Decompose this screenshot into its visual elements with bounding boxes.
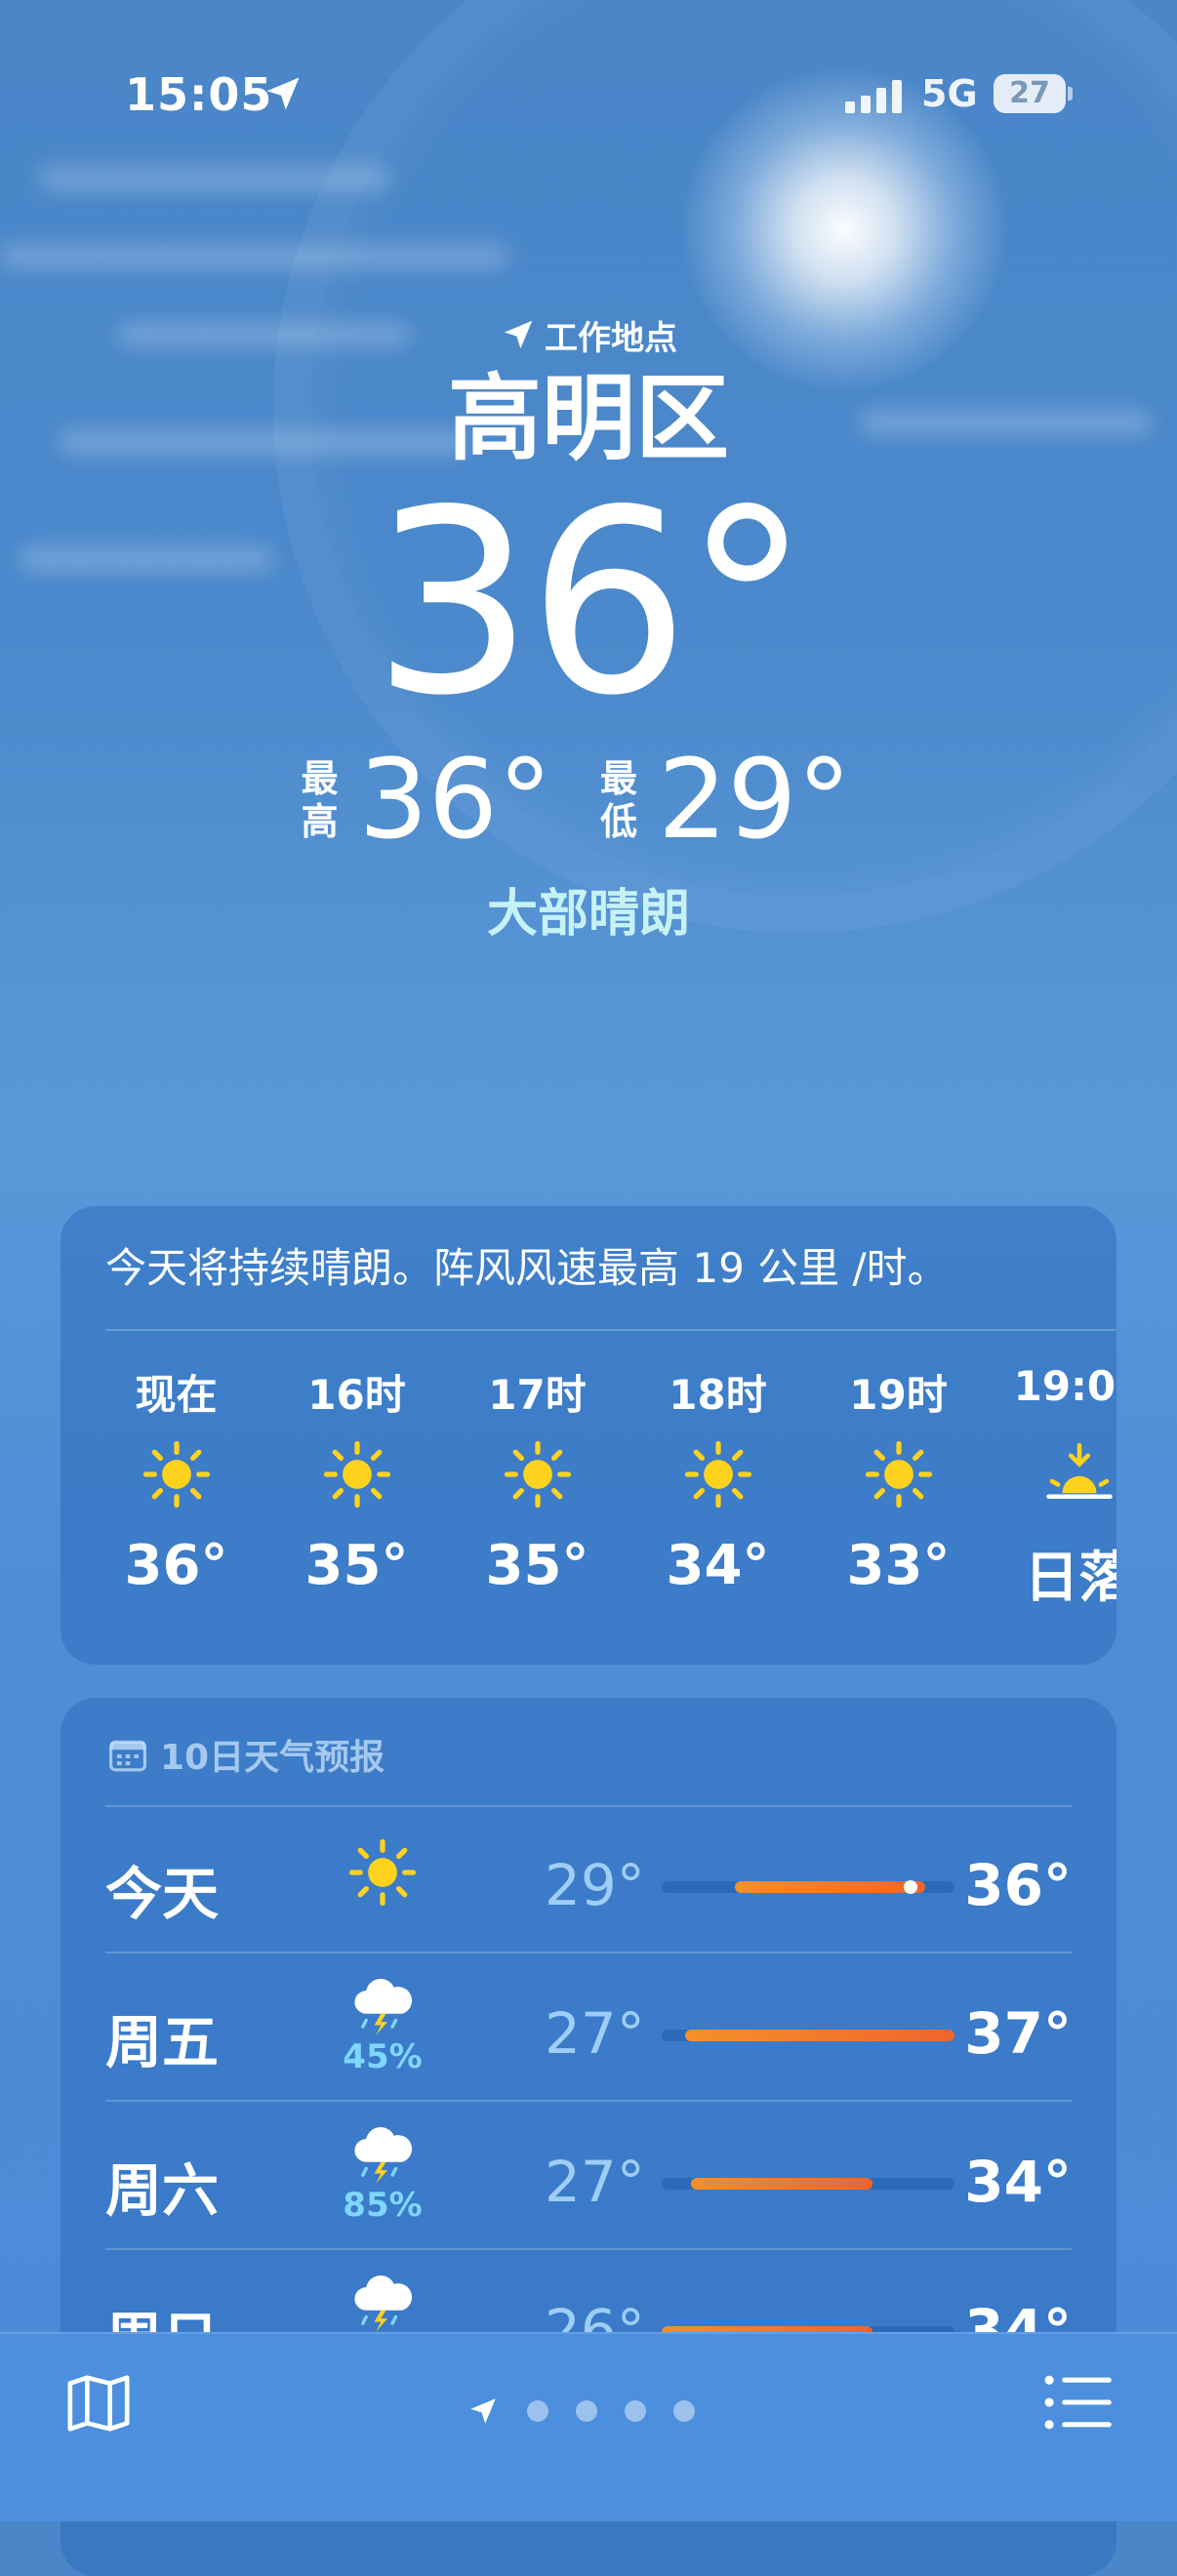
high-label: 最高 [301,757,339,843]
cellular-signal-icon [845,78,902,113]
hour-item: 现在 36° [86,1362,266,1613]
location-arrow-icon [266,77,300,110]
sun-icon [334,1829,431,1911]
thunderstorm-icon [334,2274,431,2338]
current-temperature-dot [904,1880,917,1894]
precipitation-chance: 45% [343,2037,423,2076]
hour-temperature: 33° [846,1534,951,1597]
location-arrow-icon[interactable] [467,2395,500,2428]
temperature-range-fill [685,2030,954,2041]
bottom-toolbar [0,2332,1177,2521]
thunderstorm-icon: 45% [334,1977,431,2076]
forecast-high: 34° [964,2149,1072,2215]
forecast-low: 27° [545,2000,645,2067]
sun-icon [142,1430,211,1518]
divider [105,1952,1072,1953]
temperature-range-fill [691,2178,873,2190]
list-icon[interactable] [1042,2371,1115,2434]
hour-label: 现在 [135,1371,218,1419]
temperature-range-bar [662,1880,954,1894]
location-label-row: 工作地点 [0,312,1177,358]
divider [105,1329,1116,1331]
temperature-range-bar [662,2178,954,2190]
thunderstorm-icon: 85% [334,2125,431,2225]
network-type: 5G [921,72,978,115]
page-dot[interactable] [527,2400,548,2422]
forecast-title-row: 10日天气预报 [109,1729,385,1780]
location-header: 工作地点 高明区 36° 最高 36° 最低 29° 大部晴朗 [0,312,1177,946]
forecast-row[interactable]: 周五 45% 27° 37° [105,1955,1072,2102]
forecast-high: 36° [964,1852,1072,1918]
hour-label: 19:08 [1013,1362,1116,1410]
page-dot[interactable] [625,2400,646,2422]
battery-tip [1068,87,1073,101]
hour-temperature: 35° [485,1534,589,1597]
temperature-range-fill [735,1881,925,1893]
forecast-day: 周五 [105,2009,220,2075]
forecast-row[interactable]: 周六 85% 27° 34° [105,2104,1072,2250]
forecast-low: 29° [545,1852,645,1918]
forecast-high: 37° [964,2000,1072,2067]
hour-item: 17时 35° [447,1362,628,1613]
temperature-range-bar [662,2030,954,2041]
page-dot[interactable] [576,2400,597,2422]
weather-condition: 大部晴朗 [486,885,690,944]
current-temperature: 36° [372,457,811,751]
sun-icon [323,1430,391,1518]
sun-icon [865,1430,933,1518]
hour-temperature: 34° [666,1534,770,1597]
hour-item: 19时 33° [808,1362,989,1613]
hour-item: 19:08 日落 [989,1362,1116,1613]
hour-label: 17时 [488,1371,587,1419]
forecast-day: 今天 [105,1861,220,1927]
forecast-low: 27° [545,2149,645,2215]
battery-icon: 27 [994,74,1066,113]
forecast-title: 10日天气预报 [160,1738,386,1778]
high-low-row: 最高 36° 最低 29° [0,742,1177,859]
sunset-icon [1040,1430,1117,1518]
hour-label: 18时 [669,1371,767,1419]
status-bar: 15:05 5G 27 [0,59,1177,137]
high-temperature: 36° [358,737,552,864]
forecast-row[interactable]: 今天 29° 36° [105,1807,1072,1953]
cloud-streak [0,244,507,269]
hour-label: 19时 [849,1371,948,1419]
divider [105,2248,1072,2250]
sun-icon [504,1430,572,1518]
low-temperature: 29° [658,737,852,864]
hourly-list[interactable]: 现在 36° 16时 35° 17时 35° 18时 34° 19时 33° 1… [105,1362,1116,1613]
hour-item: 18时 34° [628,1362,808,1613]
hourly-forecast-card[interactable]: 今天将持续晴朗。阵风风速最高 19 公里 /时。 现在 36° 16时 35° … [61,1206,1116,1665]
cloud-streak [39,166,390,191]
page-dot[interactable] [673,2400,695,2422]
map-icon[interactable] [64,2369,133,2437]
sun-icon [684,1430,752,1518]
status-time: 15:05 [125,68,273,121]
divider [105,2100,1072,2102]
calendar-icon [109,1740,146,1772]
precipitation-chance: 85% [343,2186,423,2225]
weather-summary: 今天将持续晴朗。阵风风速最高 19 公里 /时。 [105,1244,949,1292]
page-indicator[interactable] [467,2395,695,2428]
hour-item: 16时 35° [266,1362,447,1613]
forecast-day: 周六 [105,2157,220,2224]
location-label: 工作地点 [545,318,677,358]
hour-temperature: 36° [124,1534,228,1597]
low-label: 最低 [599,757,637,843]
hour-label: 16时 [307,1371,406,1419]
location-arrow-icon [504,320,533,349]
hour-temperature: 日落 [1024,1547,1117,1610]
hour-temperature: 35° [304,1534,409,1597]
